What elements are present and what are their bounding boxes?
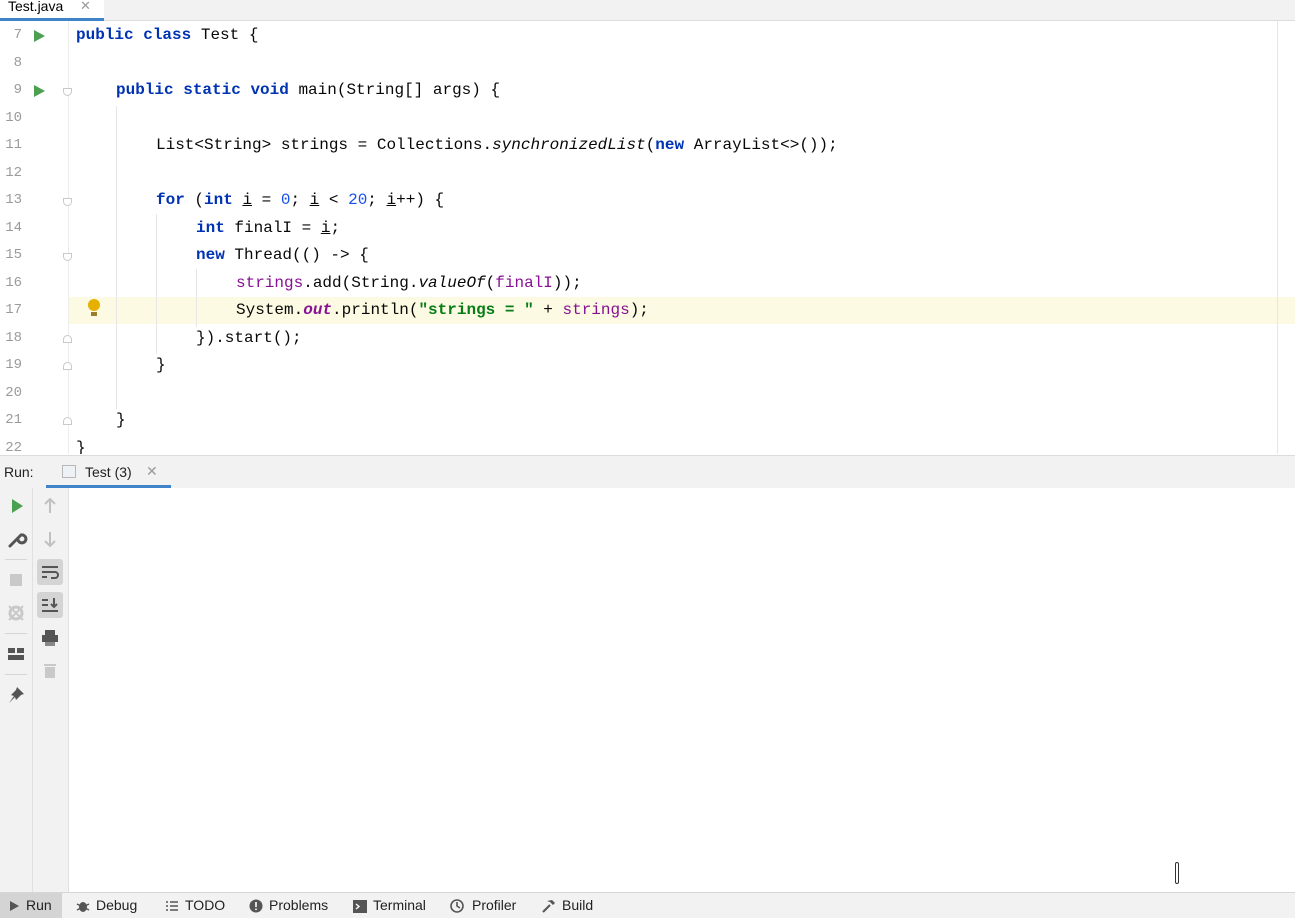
indent-guide bbox=[196, 269, 197, 327]
run-config-tab[interactable]: Test (3) ✕ bbox=[46, 456, 171, 488]
run-gutter-icon[interactable] bbox=[34, 85, 45, 97]
bottom-tool-tabs: Run Debug TODO Problems Terminal Profile… bbox=[0, 892, 1295, 918]
line-number: 22 bbox=[5, 440, 22, 454]
list-icon bbox=[166, 901, 178, 912]
code-line: } bbox=[156, 356, 166, 374]
warning-circle-icon bbox=[249, 899, 263, 913]
line-number: 11 bbox=[5, 137, 22, 153]
rerun-icon[interactable] bbox=[3, 493, 29, 519]
indent-guide bbox=[116, 106, 117, 409]
code-line: } bbox=[76, 439, 86, 454]
fold-icon[interactable] bbox=[63, 253, 72, 261]
line-number: 16 bbox=[5, 275, 22, 291]
run-toolbar-primary bbox=[0, 488, 33, 892]
code-line: new Thread(() -> { bbox=[196, 246, 369, 264]
editor-tab-label: Test.java bbox=[8, 0, 64, 14]
line-number: 20 bbox=[5, 385, 22, 401]
soft-wrap-icon[interactable] bbox=[37, 559, 63, 585]
line-number: 8 bbox=[13, 55, 22, 71]
line-number: 15 bbox=[5, 247, 22, 263]
indent-guide bbox=[156, 214, 157, 354]
fold-icon[interactable] bbox=[63, 335, 72, 343]
print-icon[interactable] bbox=[37, 625, 63, 651]
line-number: 10 bbox=[5, 110, 22, 126]
code-line: }).start(); bbox=[196, 329, 302, 347]
console-icon bbox=[62, 465, 76, 478]
run-panel-header: Run: Test (3) ✕ bbox=[0, 455, 1295, 488]
editor-tab-bar: Test.java ✕ bbox=[0, 0, 1295, 21]
right-margin-guide bbox=[1277, 21, 1278, 454]
tab-terminal[interactable]: Terminal bbox=[353, 893, 426, 918]
run-gutter-icon[interactable] bbox=[34, 30, 45, 42]
code-line: for (int i = 0; i < 20; i++) { bbox=[156, 191, 445, 209]
console-output[interactable] bbox=[69, 488, 1295, 892]
text-cursor bbox=[1175, 862, 1179, 884]
fold-icon[interactable] bbox=[63, 362, 72, 370]
run-config-tab-label: Test (3) bbox=[85, 464, 132, 480]
line-number: 17 bbox=[5, 302, 22, 318]
close-icon[interactable]: ✕ bbox=[146, 463, 158, 480]
editor-tab-test-java[interactable]: Test.java ✕ bbox=[0, 0, 104, 21]
line-number: 12 bbox=[5, 165, 22, 181]
code-line: strings.add(String.valueOf(finalI)); bbox=[236, 274, 582, 292]
code-line: public static void main(String[] args) { bbox=[116, 81, 501, 99]
hammer-icon bbox=[542, 900, 555, 914]
code-line: public class Test { bbox=[76, 26, 259, 44]
code-editor[interactable]: 7 8 9 10 11 12 13 14 15 16 17 18 19 20 2… bbox=[0, 21, 1295, 454]
line-number: 13 bbox=[5, 192, 22, 208]
pin-icon[interactable] bbox=[3, 682, 29, 708]
fold-icon[interactable] bbox=[63, 417, 72, 425]
code-line: List<String> strings = Collections.synch… bbox=[156, 136, 838, 154]
terminal-icon bbox=[353, 899, 367, 913]
run-panel-title: Run: bbox=[4, 464, 34, 480]
arrow-down-icon[interactable] bbox=[37, 526, 63, 552]
lightbulb-icon[interactable] bbox=[88, 299, 100, 317]
tab-profiler[interactable]: Profiler bbox=[450, 893, 516, 918]
tab-run[interactable]: Run bbox=[0, 893, 62, 918]
run-icon bbox=[10, 901, 19, 912]
run-toolbar-secondary bbox=[33, 488, 69, 892]
line-number: 18 bbox=[5, 330, 22, 346]
line-number: 7 bbox=[13, 27, 22, 43]
tab-todo[interactable]: TODO bbox=[165, 893, 225, 918]
wrench-icon[interactable] bbox=[3, 526, 29, 552]
tab-problems[interactable]: Problems bbox=[249, 893, 328, 918]
stop-icon[interactable] bbox=[3, 567, 29, 593]
debug-icon[interactable] bbox=[3, 600, 29, 626]
scroll-to-end-icon[interactable] bbox=[37, 592, 63, 618]
trash-icon[interactable] bbox=[37, 658, 63, 684]
arrow-up-icon[interactable] bbox=[37, 493, 63, 519]
close-icon[interactable]: ✕ bbox=[80, 0, 91, 14]
fold-icon[interactable] bbox=[63, 198, 72, 206]
tab-build[interactable]: Build bbox=[541, 893, 593, 918]
fold-icon[interactable] bbox=[63, 88, 72, 96]
line-number: 9 bbox=[13, 82, 22, 98]
line-number: 14 bbox=[5, 220, 22, 236]
tab-debug[interactable]: Debug bbox=[76, 893, 137, 918]
bug-icon bbox=[76, 902, 90, 913]
line-number: 21 bbox=[5, 412, 22, 428]
line-number: 19 bbox=[5, 357, 22, 373]
code-line: System.out.println("strings = " + string… bbox=[236, 301, 649, 319]
code-line: int finalI = i; bbox=[196, 219, 341, 237]
code-line: } bbox=[116, 411, 126, 429]
layout-icon[interactable] bbox=[3, 641, 29, 667]
gutter-divider bbox=[68, 21, 69, 454]
profiler-icon bbox=[450, 899, 464, 914]
